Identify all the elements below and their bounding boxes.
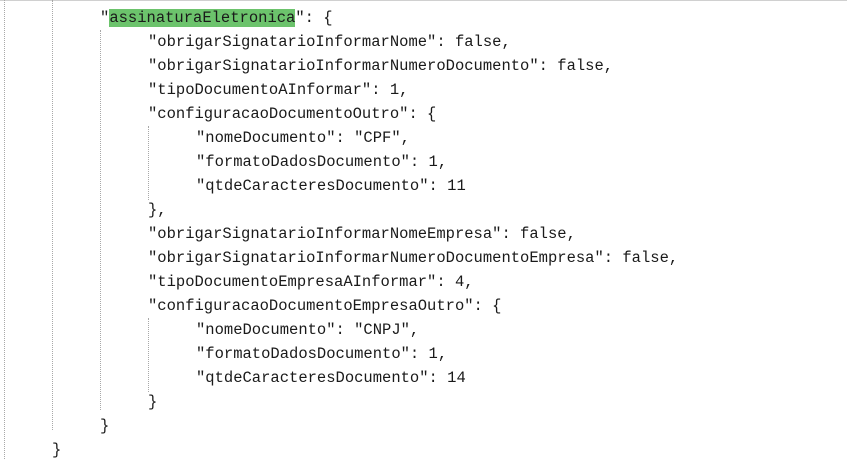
- indent-guide: [100, 30, 101, 410]
- code-token: }: [52, 441, 62, 459]
- code-line: }: [100, 414, 109, 438]
- code-line: "nomeDocumento": "CPF",: [196, 126, 410, 150]
- code-token: "configuracaoDocumentoEmpresaOutro": {: [148, 297, 502, 315]
- code-line: "configuracaoDocumentoOutro": {: [148, 102, 436, 126]
- code-line: "obrigarSignatarioInformarNomeEmpresa": …: [148, 222, 576, 246]
- code-token: "tipoDocumentoAInformar": 1,: [148, 81, 409, 99]
- code-token: },: [148, 201, 167, 219]
- code-line: "tipoDocumentoAInformar": 1,: [148, 78, 408, 102]
- code-line: "obrigarSignatarioInformarNumeroDocument…: [148, 246, 678, 270]
- code-line: "assinaturaEletronica": {: [100, 6, 333, 30]
- code-line: "formatoDadosDocumento": 1,: [196, 150, 447, 174]
- code-line: },: [148, 198, 167, 222]
- code-token: "obrigarSignatarioInformarNumeroDocument…: [148, 249, 679, 267]
- code-editor[interactable]: "assinaturaEletronica": { "obrigarSignata…: [0, 0, 847, 459]
- code-line: "qtdeCaracteresDocumento": 14: [196, 366, 466, 390]
- code-line: "obrigarSignatarioInformarNome": false,: [148, 30, 511, 54]
- code-token: }: [100, 417, 110, 435]
- code-token: "obrigarSignatarioInformarNome": false,: [148, 33, 511, 51]
- indent-guide: [52, 0, 53, 430]
- code-token: ": {: [295, 9, 333, 27]
- code-token: "nomeDocumento": "CNPJ",: [196, 321, 420, 339]
- code-token: ": [100, 9, 110, 27]
- code-token: "formatoDadosDocumento": 1,: [196, 345, 448, 363]
- code-line: }: [52, 438, 61, 459]
- indent-guide: [148, 318, 149, 392]
- code-token: "obrigarSignatarioInformarNumeroDocument…: [148, 57, 614, 75]
- indent-guide: [148, 126, 149, 200]
- highlighted-token: assinaturaEletronica: [109, 9, 296, 27]
- code-token: "configuracaoDocumentoOutro": {: [148, 105, 437, 123]
- code-token: "obrigarSignatarioInformarNomeEmpresa": …: [148, 225, 576, 243]
- code-token: "tipoDocumentoEmpresaAInformar": 4,: [148, 273, 474, 291]
- code-line: "configuracaoDocumentoEmpresaOutro": {: [148, 294, 501, 318]
- code-line: "qtdeCaracteresDocumento": 11: [196, 174, 466, 198]
- code-token: "qtdeCaracteresDocumento": 14: [196, 369, 466, 387]
- editor-top-border: [0, 0, 847, 4]
- code-token: "nomeDocumento": "CPF",: [196, 129, 410, 147]
- code-token: }: [148, 393, 158, 411]
- code-line: }: [148, 390, 157, 414]
- code-line: "tipoDocumentoEmpresaAInformar": 4,: [148, 270, 474, 294]
- indent-guide: [4, 0, 5, 459]
- code-line: "nomeDocumento": "CNPJ",: [196, 318, 419, 342]
- code-line: "formatoDadosDocumento": 1,: [196, 342, 447, 366]
- code-token: "qtdeCaracteresDocumento": 11: [196, 177, 466, 195]
- code-token: "formatoDadosDocumento": 1,: [196, 153, 448, 171]
- code-line: "obrigarSignatarioInformarNumeroDocument…: [148, 54, 613, 78]
